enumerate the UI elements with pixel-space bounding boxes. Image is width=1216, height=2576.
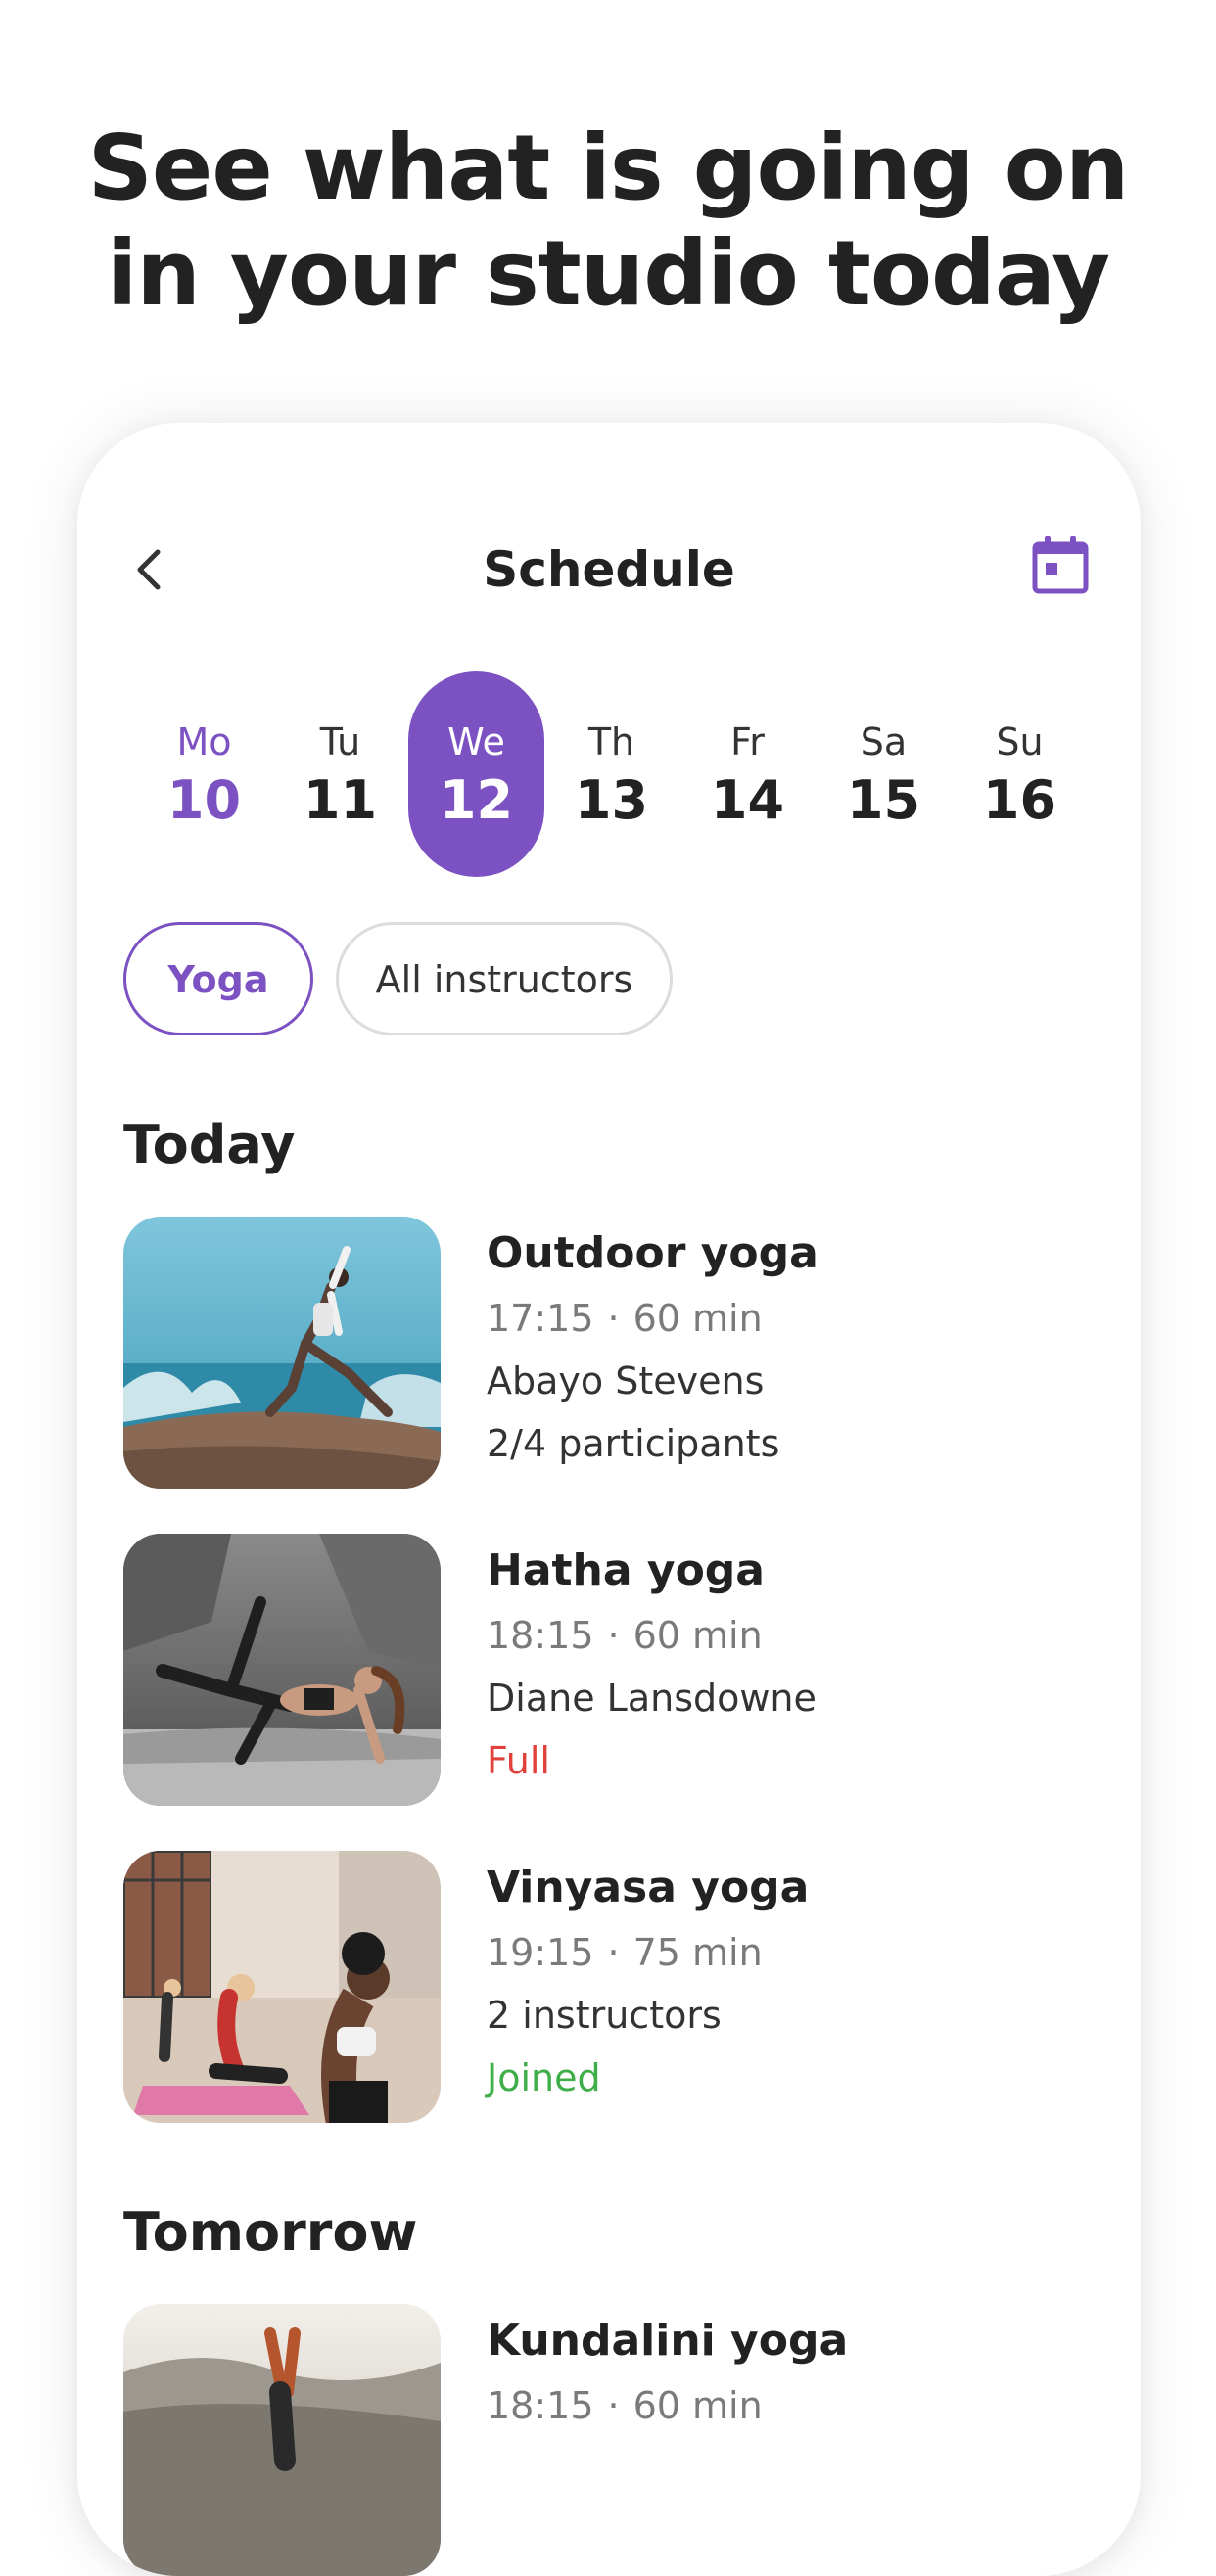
instructor-filter-chip[interactable]: All instructors <box>336 922 673 1035</box>
separator-dot: · <box>607 1297 620 1340</box>
day-name: Fr <box>730 720 765 763</box>
class-photo-vinyasa-yoga <box>123 1851 441 2123</box>
day-number: 13 <box>574 769 649 831</box>
day-name: Tu <box>319 720 361 763</box>
headline: See what is going on in your studio toda… <box>0 115 1216 327</box>
class-item-outdoor-yoga[interactable]: Outdoor yoga 17:15 · 60 min Abayo Stevens … <box>123 1217 1093 1489</box>
activity-filter-chip[interactable]: Yoga <box>123 922 313 1035</box>
class-participants: 2/4 participants <box>487 1422 780 1465</box>
calendar-icon <box>1032 536 1089 594</box>
class-time-duration: 18:15 · 60 min <box>487 2374 1074 2437</box>
headline-line-1: See what is going on <box>87 115 1130 220</box>
section-title-today: Today <box>123 1114 296 1175</box>
day-sunday[interactable]: Su 16 <box>952 671 1088 877</box>
day-name: Th <box>587 720 635 763</box>
headline-line-2: in your studio today <box>106 221 1110 326</box>
class-time: 19:15 <box>487 1931 594 1974</box>
class-info: Kundalini yoga 18:15 · 60 min <box>487 2312 1074 2437</box>
class-duration: 75 min <box>632 1931 763 1974</box>
class-status-joined: Joined <box>487 2056 601 2099</box>
day-number: 14 <box>710 769 785 831</box>
class-item-vinyasa-yoga[interactable]: Vinyasa yoga 19:15 · 75 min 2 instructors … <box>123 1851 1093 2123</box>
day-name: Su <box>996 720 1044 763</box>
class-duration: 60 min <box>632 1614 763 1657</box>
class-info: Outdoor yoga 17:15 · 60 min Abayo Stevens … <box>487 1224 1074 1475</box>
calendar-button[interactable] <box>1029 534 1092 597</box>
day-name: Mo <box>176 720 232 763</box>
class-name: Outdoor yoga <box>487 1228 818 1278</box>
day-name: We <box>447 720 505 763</box>
class-instructor: Abayo Stevens <box>487 1359 765 1403</box>
class-status-full: Full <box>487 1739 550 1782</box>
class-time-duration: 17:15 · 60 min <box>487 1287 1074 1350</box>
day-number: 10 <box>166 769 242 831</box>
class-item-kundalini-yoga[interactable]: Kundalini yoga 18:15 · 60 min <box>123 2304 1093 2576</box>
class-info: Hatha yoga 18:15 · 60 min Diane Lansdowne … <box>487 1541 1074 1792</box>
day-monday[interactable]: Mo 10 <box>136 671 272 877</box>
day-saturday[interactable]: Sa 15 <box>816 671 952 877</box>
class-time-duration: 18:15 · 60 min <box>487 1604 1074 1667</box>
class-name: Kundalini yoga <box>487 2316 849 2366</box>
day-number: 12 <box>439 769 514 831</box>
class-time: 17:15 <box>487 1297 594 1340</box>
page-title: Schedule <box>483 541 735 598</box>
class-item-hatha-yoga[interactable]: Hatha yoga 18:15 · 60 min Diane Lansdowne … <box>123 1534 1093 1806</box>
class-time: 18:15 <box>487 2384 594 2427</box>
day-tuesday[interactable]: Tu 11 <box>272 671 408 877</box>
week-day-picker: Mo 10 Tu 11 We 12 Th 13 Fr 14 Sa 15 Su 1… <box>136 671 1086 877</box>
day-number: 11 <box>303 769 378 831</box>
day-number: 15 <box>846 769 921 831</box>
class-time-duration: 19:15 · 75 min <box>487 1921 1074 1984</box>
day-number: 16 <box>982 769 1057 831</box>
class-name: Hatha yoga <box>487 1545 765 1595</box>
day-wednesday[interactable]: We 12 <box>408 671 544 877</box>
section-title-tomorrow: Tomorrow <box>123 2201 418 2263</box>
day-friday[interactable]: Fr 14 <box>679 671 816 877</box>
class-name: Vinyasa yoga <box>487 1863 810 1912</box>
phone-screen: Schedule Mo 10 Tu 11 We 12 Th 13 Fr 14 S… <box>77 423 1141 2576</box>
day-thursday[interactable]: Th 13 <box>543 671 679 877</box>
class-photo-hatha-yoga <box>123 1534 441 1806</box>
class-instructor: 2 instructors <box>487 1994 722 2037</box>
class-instructor: Diane Lansdowne <box>487 1677 817 1720</box>
class-duration: 60 min <box>632 2384 763 2427</box>
class-info: Vinyasa yoga 19:15 · 75 min 2 instructors … <box>487 1859 1074 2109</box>
separator-dot: · <box>607 1931 620 1974</box>
separator-dot: · <box>607 2384 620 2427</box>
class-time: 18:15 <box>487 1614 594 1657</box>
class-photo-outdoor-yoga <box>123 1217 441 1489</box>
day-name: Sa <box>860 720 908 763</box>
top-bar: Schedule <box>77 530 1141 609</box>
class-duration: 60 min <box>632 1297 763 1340</box>
separator-dot: · <box>607 1614 620 1657</box>
class-photo-kundalini-yoga <box>123 2304 441 2576</box>
